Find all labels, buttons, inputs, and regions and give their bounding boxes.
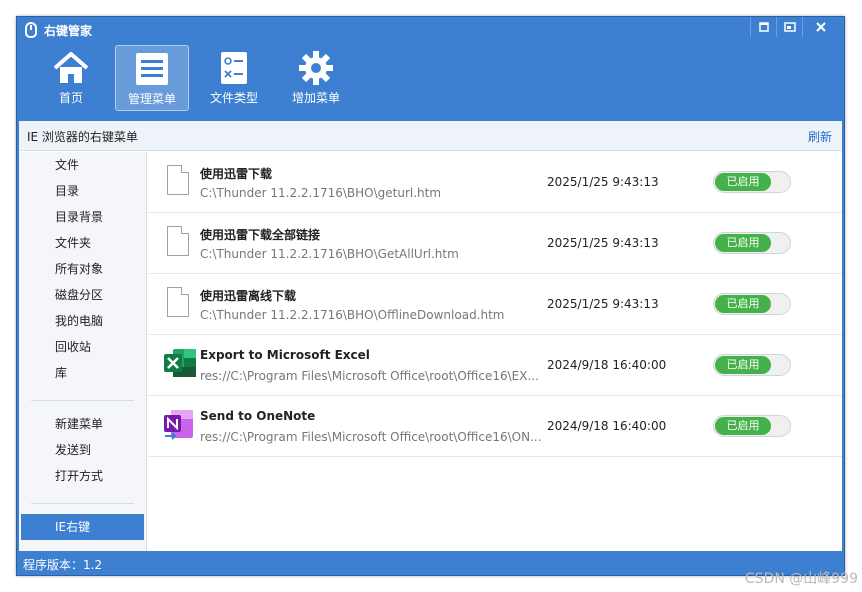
- sidebar: 文件 目录 目录背景 文件夹 所有对象 磁盘分区 我的电脑 回收站 库 新建菜单…: [19, 152, 147, 551]
- entry-date: 2025/1/25 9:43:13: [547, 297, 659, 311]
- entry-title: Export to Microsoft Excel: [200, 348, 370, 362]
- enable-toggle[interactable]: 已启用: [713, 354, 791, 376]
- section-header: IE 浏览器的右键菜单 刷新: [19, 121, 842, 151]
- toolbar-label: 增加菜单: [291, 91, 340, 105]
- gear-icon: [296, 49, 336, 87]
- toggle-label: 已启用: [715, 173, 771, 191]
- entry-title: Send to OneNote: [200, 409, 316, 423]
- list-item[interactable]: 使用迅雷离线下载 C:\Thunder 11.2.2.1716\BHO\Offl…: [148, 274, 842, 335]
- sidebar-item-file[interactable]: 文件: [19, 152, 146, 178]
- sidebar-divider: [31, 400, 134, 401]
- list-item[interactable]: 使用迅雷下载全部链接 C:\Thunder 11.2.2.1716\BHO\Ge…: [148, 213, 842, 274]
- version-text: 程序版本：1.2: [23, 558, 103, 572]
- title-bar[interactable]: 右键管家: [17, 17, 844, 43]
- toolbar-label: 管理菜单: [127, 92, 176, 106]
- sidebar-item-disk-partition[interactable]: 磁盘分区: [19, 282, 146, 308]
- entry-path: res://C:\Program Files\Microsoft Office\…: [200, 369, 539, 383]
- file-icon: [163, 165, 193, 199]
- toggle-label: 已启用: [715, 356, 771, 374]
- sidebar-item-all-objects[interactable]: 所有对象: [19, 256, 146, 282]
- toolbar-manage-menu[interactable]: 管理菜单: [115, 45, 189, 111]
- excel-icon: [163, 348, 196, 382]
- toolbar-file-types[interactable]: 文件类型: [197, 45, 271, 111]
- toggle-label: 已启用: [715, 295, 771, 313]
- sidebar-item-directory[interactable]: 目录: [19, 178, 146, 204]
- section-title: IE 浏览器的右键菜单: [27, 130, 138, 144]
- enable-toggle[interactable]: 已启用: [713, 171, 791, 193]
- entry-path: C:\Thunder 11.2.2.1716\BHO\OfflineDownlo…: [200, 308, 505, 322]
- entry-path: res://C:\Program Files\Microsoft Office\…: [200, 430, 542, 444]
- entry-date: 2024/9/18 16:40:00: [547, 358, 667, 372]
- sidebar-item-open-with[interactable]: 打开方式: [19, 463, 146, 489]
- toolbar-home[interactable]: 首页: [34, 45, 108, 111]
- main-toolbar: 首页 管理菜单 文件类型 增加菜单: [17, 43, 844, 121]
- refresh-link[interactable]: 刷新: [808, 128, 832, 145]
- toolbar-add-menu[interactable]: 增加菜单: [279, 45, 353, 111]
- sidebar-item-library[interactable]: 库: [19, 360, 146, 386]
- mouse-icon: [25, 22, 37, 38]
- sidebar-item-recycle-bin[interactable]: 回收站: [19, 334, 146, 360]
- restore-icon: [783, 22, 796, 32]
- file-icon: [163, 287, 193, 321]
- entry-title: 使用迅雷离线下载: [200, 289, 297, 303]
- toolbar-label: 文件类型: [209, 91, 258, 105]
- sidebar-item-send-to[interactable]: 发送到: [19, 437, 146, 463]
- entry-date: 2025/1/25 9:43:13: [547, 175, 659, 189]
- home-icon: [51, 49, 91, 87]
- minimize-button[interactable]: [750, 17, 776, 37]
- sidebar-item-my-computer[interactable]: 我的电脑: [19, 308, 146, 334]
- toggle-label: 已启用: [715, 417, 771, 435]
- onenote-icon: [163, 409, 193, 443]
- menu-list-icon: [132, 50, 172, 88]
- window-title: 右键管家: [44, 24, 93, 38]
- enable-toggle[interactable]: 已启用: [713, 415, 791, 437]
- watermark: CSDN @山峰999: [744, 571, 858, 587]
- file-type-icon: [214, 49, 254, 87]
- minimize-icon: [758, 22, 769, 32]
- entry-path: C:\Thunder 11.2.2.1716\BHO\GetAllUrl.htm: [200, 247, 459, 261]
- close-icon: [815, 22, 826, 32]
- entry-title: 使用迅雷下载全部链接: [200, 228, 321, 242]
- list-item[interactable]: 使用迅雷下载 C:\Thunder 11.2.2.1716\BHO\geturl…: [148, 152, 842, 213]
- close-button[interactable]: [802, 17, 838, 37]
- app-window: 右键管家 首页 管理菜单 文件类型 增加菜单 IE 浏览器的右键菜单 刷新 文件…: [16, 16, 845, 576]
- list-item[interactable]: Send to OneNote res://C:\Program Files\M…: [148, 396, 842, 457]
- toggle-label: 已启用: [715, 234, 771, 252]
- sidebar-item-new-menu[interactable]: 新建菜单: [19, 411, 146, 437]
- status-bar: 程序版本：1.2: [17, 551, 844, 575]
- sidebar-divider: [31, 503, 134, 504]
- content-area: IE 浏览器的右键菜单 刷新 文件 目录 目录背景 文件夹 所有对象 磁盘分区 …: [19, 121, 842, 551]
- entry-path: C:\Thunder 11.2.2.1716\BHO\geturl.htm: [200, 186, 442, 200]
- sidebar-item-directory-background[interactable]: 目录背景: [19, 204, 146, 230]
- entry-title: 使用迅雷下载: [200, 167, 273, 181]
- restore-button[interactable]: [776, 17, 802, 37]
- window-controls: [750, 17, 838, 37]
- file-icon: [163, 226, 193, 260]
- entry-date: 2025/1/25 9:43:13: [547, 236, 659, 250]
- entry-date: 2024/9/18 16:40:00: [547, 419, 667, 433]
- toolbar-label: 首页: [58, 91, 83, 105]
- list-item[interactable]: Export to Microsoft Excel res://C:\Progr…: [148, 335, 842, 396]
- enable-toggle[interactable]: 已启用: [713, 293, 791, 315]
- menu-entry-list: 使用迅雷下载 C:\Thunder 11.2.2.1716\BHO\geturl…: [148, 152, 842, 551]
- enable-toggle[interactable]: 已启用: [713, 232, 791, 254]
- sidebar-item-folder[interactable]: 文件夹: [19, 230, 146, 256]
- sidebar-item-ie-context[interactable]: IE右键: [21, 514, 144, 540]
